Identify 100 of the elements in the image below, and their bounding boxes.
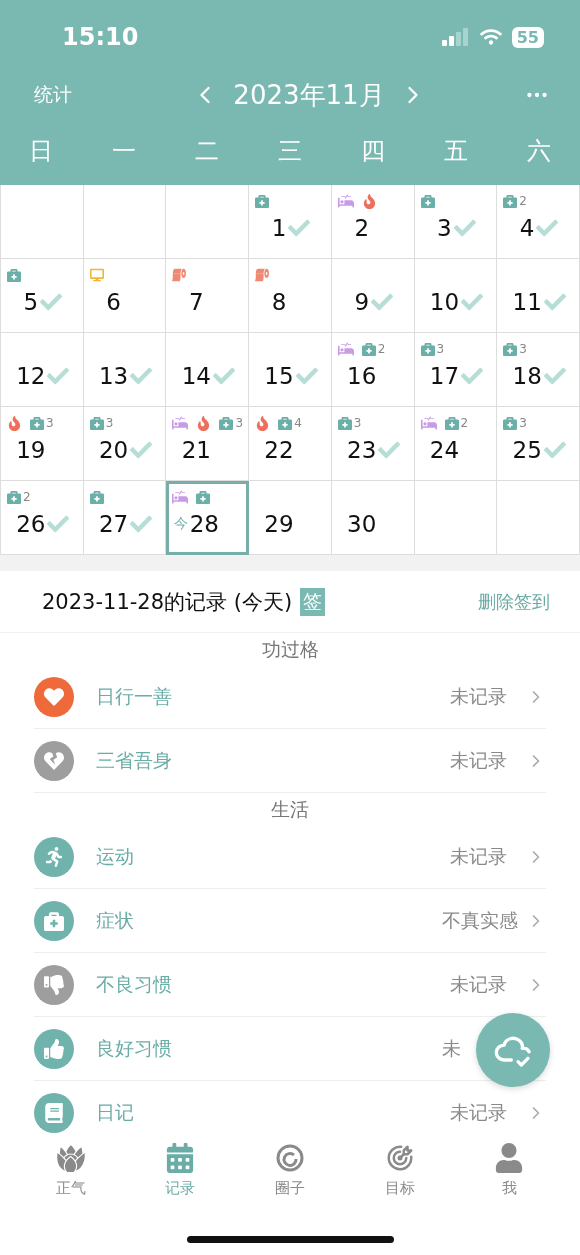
medical-kit-icon	[361, 342, 376, 356]
calendar-day[interactable]: 13	[83, 333, 167, 407]
marker-count: 4	[294, 416, 302, 430]
medical-kit-icon	[30, 416, 44, 430]
calendar-day[interactable]: 3 21	[166, 407, 250, 481]
weekday-label: 四	[359, 135, 386, 167]
day-number: 12	[16, 363, 46, 389]
weekday-label: 五	[442, 135, 469, 167]
weekday-label: 日	[28, 135, 55, 167]
day-number: 17	[429, 363, 460, 389]
medical-kit-icon	[196, 490, 211, 504]
flame-icon	[7, 415, 22, 431]
month-title: 2023年11月	[233, 78, 385, 112]
day-number: 23	[347, 437, 377, 463]
calendar-day[interactable]: 1	[249, 185, 332, 259]
day-number: 28	[189, 511, 219, 537]
marker-count: 2	[377, 342, 386, 356]
day-number: 5	[23, 289, 39, 315]
day-number: 1	[271, 215, 287, 241]
marker-count: 3	[105, 416, 114, 430]
tab-item[interactable]: 目标	[359, 1143, 440, 1205]
lotus-icon	[55, 1143, 86, 1173]
monitor-icon	[89, 268, 104, 282]
calendar-day[interactable]: 4 22	[249, 407, 332, 481]
broken-heart-icon	[44, 750, 64, 771]
day-number: 24	[429, 437, 460, 463]
medical-kit-icon	[278, 416, 293, 430]
marker-count: 3	[519, 342, 527, 356]
calendar-day[interactable]: 11	[497, 259, 580, 333]
record-value: 未记录	[450, 843, 508, 869]
day-number: 25	[512, 437, 542, 463]
tab-item[interactable]: 正气	[30, 1143, 111, 1205]
medical-kit-icon	[337, 416, 352, 430]
calendar-day[interactable]: 3 18	[497, 333, 580, 407]
calendar-day[interactable]: 15	[249, 333, 332, 407]
calendar-day[interactable]: 3 25	[497, 407, 580, 481]
marker-count: 3	[353, 416, 362, 430]
day-number: 30	[347, 511, 377, 537]
calendar-day[interactable]: 12	[1, 333, 84, 407]
calendar-day[interactable]: 2	[331, 185, 415, 259]
day-number: 22	[264, 437, 294, 463]
day-number: 27	[98, 511, 129, 537]
record-value: 未记录	[450, 971, 508, 997]
thumbs-down-icon	[44, 974, 64, 995]
medical-kit-icon	[420, 342, 435, 356]
calendar-day[interactable]: 3 17	[414, 333, 498, 407]
medical-kit-icon	[255, 194, 270, 208]
medical-kit-icon	[7, 268, 21, 282]
medical-kit-icon	[444, 416, 459, 430]
tab-item[interactable]: 圈子	[250, 1143, 330, 1205]
calendar-day[interactable]: 3 23	[331, 407, 415, 481]
bed-icon	[337, 341, 354, 357]
book-icon	[44, 1102, 64, 1123]
day-number: 8	[271, 289, 287, 315]
record-value: 未记录	[450, 1099, 508, 1125]
medical-kit-icon	[89, 490, 104, 504]
calendar-day[interactable]: 14	[166, 333, 250, 407]
calendar-day[interactable]: 2 16	[331, 333, 415, 407]
today-mark: 今	[173, 515, 188, 533]
marker-count: 3	[436, 342, 445, 356]
marker-count: 3	[235, 416, 244, 430]
day-number: 16	[347, 363, 377, 389]
day-number: 3	[437, 215, 452, 241]
day-number: 9	[354, 289, 369, 315]
calendar-day[interactable]: 8	[249, 259, 332, 333]
medical-kit-icon	[219, 416, 234, 430]
bed-icon	[420, 415, 437, 431]
calendar-day[interactable]: 6	[83, 259, 167, 333]
day-number: 29	[264, 511, 294, 537]
medical-kit-icon	[503, 194, 518, 208]
signed-badge: 签	[300, 587, 326, 616]
calendar-day[interactable]: 9	[331, 259, 415, 333]
calendar-day[interactable]: 10	[414, 259, 498, 333]
day-number: 7	[188, 289, 204, 315]
calendar-day[interactable]: 3	[414, 185, 498, 259]
calendar-day[interactable]: 7	[166, 259, 250, 333]
signal-icon	[441, 28, 470, 46]
record-value: 不真实感	[442, 907, 518, 933]
paper-roll-icon	[172, 268, 187, 282]
calendar-day[interactable]: 3 20	[83, 407, 167, 481]
day-number: 2	[354, 215, 369, 241]
record-value: 未记录	[450, 683, 508, 709]
target-icon	[384, 1143, 415, 1173]
thumbs-up-icon	[44, 1038, 64, 1059]
tab-item[interactable]: 我	[469, 1143, 550, 1205]
user-icon	[494, 1143, 525, 1173]
medical-kit-icon	[44, 910, 64, 931]
marker-count: 3	[46, 416, 54, 430]
calendar-day[interactable]: 2 4	[497, 185, 580, 259]
section-title: 生活	[270, 797, 310, 822]
runner-icon	[44, 846, 64, 867]
marker-count: 2	[519, 194, 527, 208]
calendar-day[interactable]: 3 19	[1, 407, 84, 481]
calendar-day[interactable]: 5	[1, 259, 84, 333]
calendar-day[interactable]: 2 24	[414, 407, 498, 481]
medical-kit-icon	[503, 342, 518, 356]
day-number: 18	[512, 363, 542, 389]
day-number: 6	[106, 289, 121, 315]
cloud-sync-button[interactable]	[476, 1013, 550, 1087]
status-time: 15:10	[62, 23, 139, 51]
